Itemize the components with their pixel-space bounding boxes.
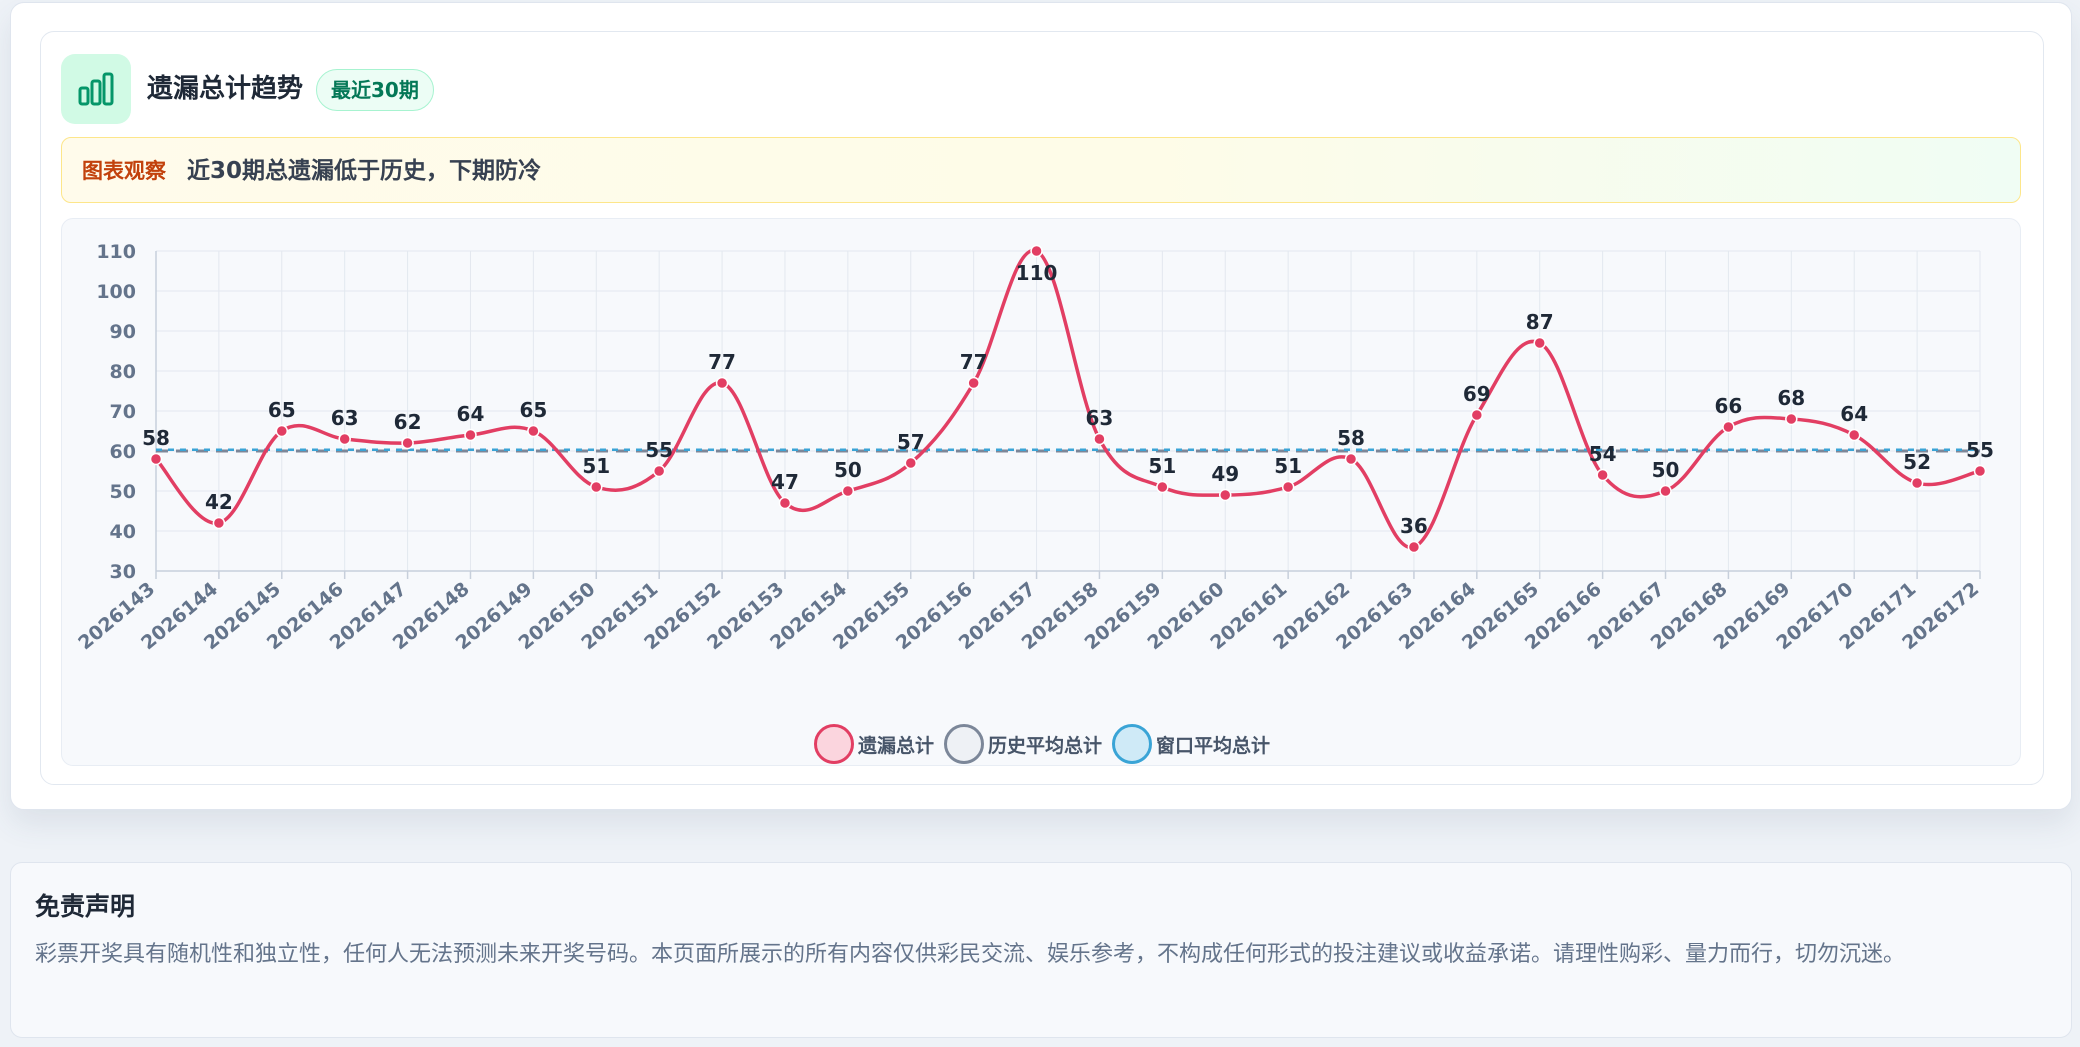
data-point bbox=[715, 376, 729, 390]
legend-item[interactable]: 窗口平均总计 bbox=[1112, 724, 1270, 764]
y-tick-label: 100 bbox=[96, 281, 136, 303]
data-label: 58 bbox=[1337, 426, 1365, 450]
y-tick-label: 30 bbox=[110, 561, 136, 583]
chart-area: 30 40 50 60 70 80 90 100 110 2026143 2026144 202614… bbox=[61, 218, 2021, 766]
data-point bbox=[967, 376, 980, 390]
data-label: 36 bbox=[1400, 514, 1428, 538]
y-tick-label: 50 bbox=[110, 481, 136, 503]
legend-swatch bbox=[1112, 724, 1152, 764]
data-point bbox=[590, 480, 603, 494]
data-point bbox=[1218, 488, 1232, 502]
data-label: 57 bbox=[897, 430, 925, 454]
data-label: 65 bbox=[268, 398, 296, 422]
data-label: 50 bbox=[1652, 458, 1680, 482]
data-point bbox=[1344, 452, 1358, 466]
data-point bbox=[1785, 412, 1798, 426]
data-label: 87 bbox=[1526, 310, 1554, 334]
data-label: 51 bbox=[582, 454, 610, 478]
data-point bbox=[1722, 420, 1735, 434]
legend-swatch bbox=[813, 724, 854, 764]
data-point bbox=[1910, 476, 1924, 490]
trend-line-chart: 3040506070809010011020261432026144202614… bbox=[74, 241, 1994, 654]
data-label: 42 bbox=[205, 490, 233, 514]
disclaimer-section: 免责声明 彩票开奖具有随机性和独立性，任何人无法预测未来开奖号码。本页面所展示的… bbox=[10, 862, 2072, 1038]
data-label: 64 bbox=[457, 402, 485, 426]
legend-label: 历史平均总计 bbox=[987, 734, 1102, 757]
data-point bbox=[841, 484, 855, 498]
chart-grid bbox=[155, 250, 1981, 572]
legend-item[interactable]: 历史平均总计 bbox=[943, 724, 1102, 764]
period-badge: 最近30期 bbox=[316, 69, 434, 111]
data-point bbox=[652, 464, 666, 478]
data-point bbox=[1847, 428, 1861, 442]
data-point bbox=[1030, 244, 1043, 258]
data-label: 55 bbox=[645, 438, 673, 462]
data-point bbox=[1973, 464, 1987, 478]
observation-banner: 图表观察 近30期总遗漏低于历史，下期防冷 bbox=[61, 137, 2021, 203]
card-title: 遗漏总计趋势 bbox=[147, 74, 304, 104]
data-point bbox=[401, 436, 414, 450]
y-tick-label: 110 bbox=[96, 241, 136, 263]
y-tick-label: 70 bbox=[110, 401, 136, 423]
data-point bbox=[1470, 408, 1484, 422]
data-point bbox=[904, 456, 918, 470]
data-label: 77 bbox=[960, 350, 988, 374]
data-label: 64 bbox=[1840, 402, 1868, 426]
total-omission-line bbox=[154, 248, 1981, 549]
data-label: 51 bbox=[1274, 454, 1302, 478]
data-label: 62 bbox=[394, 410, 422, 434]
legend-swatch bbox=[943, 724, 984, 764]
chart-legend: 遗漏总计 历史平均总计 窗口平均总计 bbox=[62, 724, 2022, 764]
data-point bbox=[1281, 480, 1295, 494]
legend-label: 窗口平均总计 bbox=[1156, 734, 1271, 757]
data-label: 77 bbox=[708, 350, 736, 374]
legend-label: 遗漏总计 bbox=[857, 734, 934, 757]
data-point bbox=[149, 452, 163, 466]
data-label: 54 bbox=[1589, 442, 1617, 466]
data-point bbox=[1533, 336, 1546, 350]
data-label: 51 bbox=[1148, 454, 1176, 478]
data-label: 55 bbox=[1966, 438, 1994, 462]
data-point bbox=[212, 516, 226, 530]
data-point bbox=[1156, 480, 1169, 494]
y-tick-label: 90 bbox=[110, 321, 136, 343]
observation-label: 图表观察 bbox=[82, 159, 166, 183]
data-label: 68 bbox=[1777, 386, 1805, 410]
data-label: 47 bbox=[771, 470, 799, 494]
disclaimer-title: 免责声明 bbox=[35, 892, 136, 921]
observation-text: 近30期总遗漏低于历史，下期防冷 bbox=[187, 158, 542, 184]
bar-chart-icon bbox=[61, 54, 131, 124]
y-tick-label: 80 bbox=[110, 361, 136, 383]
data-label: 65 bbox=[519, 398, 547, 422]
data-point bbox=[338, 432, 351, 446]
data-point bbox=[1659, 484, 1672, 498]
data-point bbox=[1093, 432, 1106, 446]
data-label: 63 bbox=[1086, 406, 1114, 430]
data-point bbox=[1407, 540, 1421, 554]
disclaimer-text: 彩票开奖具有随机性和独立性，任何人无法预测未来开奖号码。本页面所展示的所有内容仅… bbox=[35, 942, 1906, 967]
y-tick-label: 40 bbox=[110, 521, 136, 543]
data-point bbox=[1596, 468, 1609, 482]
data-label: 49 bbox=[1211, 462, 1239, 486]
data-label: 110 bbox=[1016, 261, 1058, 285]
trend-panel: 遗漏总计趋势 最近30期 图表观察 近30期总遗漏低于历史，下期防冷 30 40 5… bbox=[40, 31, 2044, 785]
y-tick-label: 60 bbox=[110, 441, 136, 463]
data-point bbox=[527, 424, 540, 438]
data-label: 63 bbox=[331, 406, 359, 430]
data-label: 58 bbox=[142, 426, 170, 450]
data-point bbox=[275, 424, 289, 438]
data-label: 66 bbox=[1714, 394, 1742, 418]
trend-card: 遗漏总计趋势 最近30期 图表观察 近30期总遗漏低于历史，下期防冷 30 40 5… bbox=[10, 2, 2072, 810]
data-point bbox=[778, 496, 792, 510]
data-label: 52 bbox=[1903, 450, 1931, 474]
data-label: 50 bbox=[834, 458, 862, 482]
data-label: 69 bbox=[1463, 382, 1491, 406]
legend-item[interactable]: 遗漏总计 bbox=[813, 724, 934, 764]
data-point bbox=[464, 428, 477, 442]
